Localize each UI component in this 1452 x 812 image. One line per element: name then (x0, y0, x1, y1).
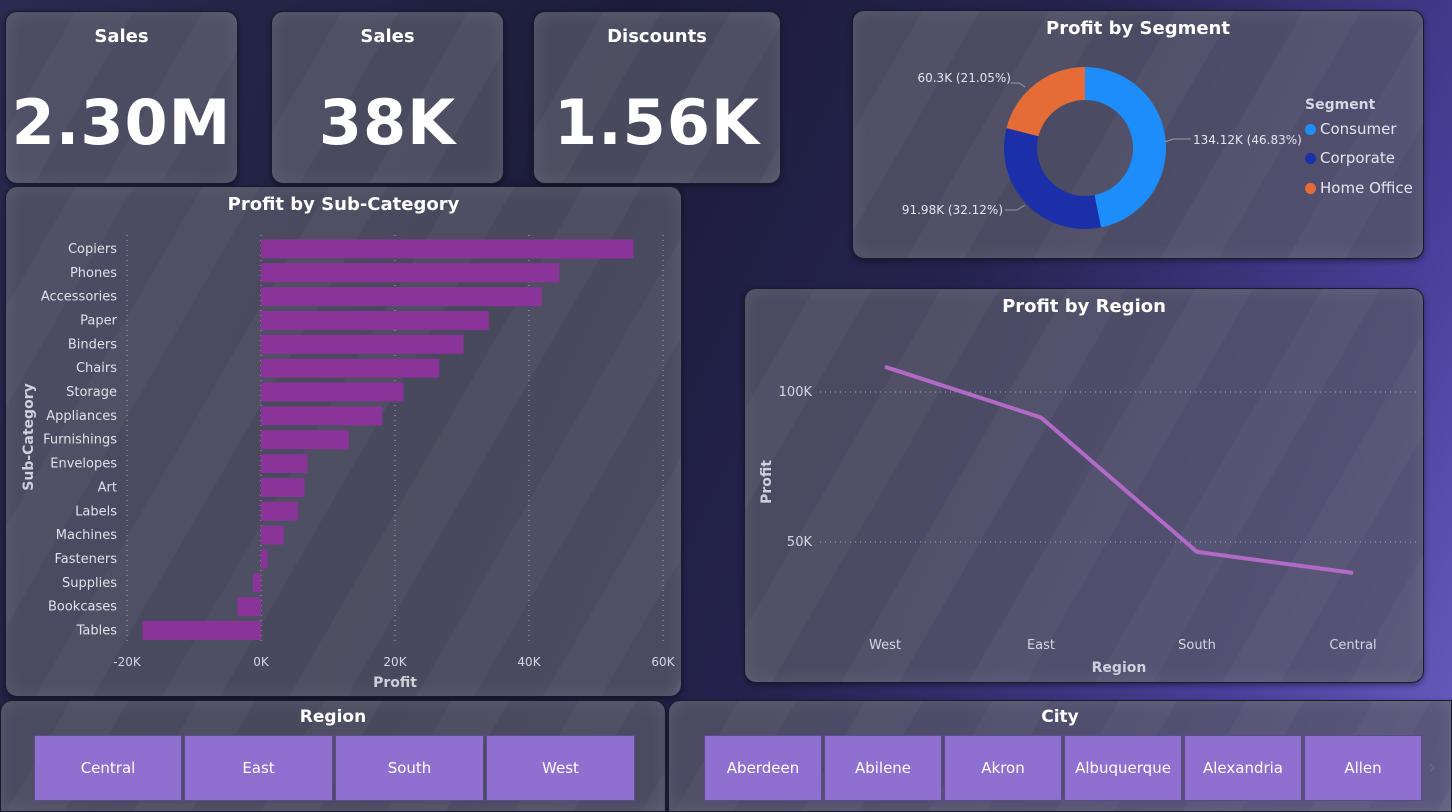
slicer-option-albuquerque[interactable]: Albuquerque (1064, 735, 1182, 801)
category-label: Supplies (62, 576, 117, 591)
kpi-value: 38K (318, 86, 457, 159)
slicer-option-central[interactable]: Central (34, 735, 182, 801)
data-label-home-office: 60.3K (21.05%) (917, 71, 1011, 85)
x-tick-label: 40K (517, 655, 541, 669)
slicer-option-abilene[interactable]: Abilene (824, 735, 942, 801)
bar[interactable] (237, 597, 261, 617)
legend-item-home-office[interactable]: Home Office (1305, 179, 1413, 197)
bar[interactable] (261, 549, 268, 569)
x-tick-label: South (1178, 638, 1216, 653)
bar[interactable] (261, 430, 349, 450)
kpi-title: Sales (94, 26, 149, 47)
bar[interactable] (261, 239, 634, 259)
slicer-option-alexandria[interactable]: Alexandria (1184, 735, 1302, 801)
x-tick-label: 20K (383, 655, 407, 669)
region-line-chart: 100K 50K West East South Central Region Prof… (759, 364, 1417, 676)
bar[interactable] (261, 334, 464, 354)
bar[interactable] (261, 406, 383, 426)
category-label: Storage (66, 385, 117, 400)
segment-chart-panel: Profit by Segment 60.3K (21.05%) 134.12K… (852, 10, 1424, 259)
legend-item-consumer[interactable]: Consumer (1305, 120, 1397, 138)
legend-title: Segment (1305, 97, 1376, 113)
category-label: Bookcases (48, 600, 117, 615)
category-label: Envelopes (50, 457, 117, 472)
x-tick-label: West (869, 638, 901, 653)
category-label: Phones (70, 266, 117, 281)
bar[interactable] (261, 501, 298, 521)
category-label: Copiers (68, 242, 117, 257)
legend-item-corporate[interactable]: Corporate (1305, 149, 1395, 167)
slicer-title: Region (299, 707, 367, 727)
kpi-card-discounts: Discounts 1.56K (533, 11, 781, 184)
category-label: Furnishings (43, 433, 117, 448)
slicer-option-east[interactable]: East (184, 735, 333, 801)
bar[interactable] (261, 477, 305, 497)
y-axis-title: Sub-Category (21, 383, 37, 490)
y-axis-title: Profit (759, 460, 775, 504)
category-label: Appliances (46, 409, 117, 424)
slicer-option-west[interactable]: West (486, 735, 635, 801)
y-tick-label: 100K (779, 385, 813, 400)
data-label-consumer: 134.12K (46.83%) (1193, 133, 1302, 147)
x-axis-title: Profit (373, 675, 417, 691)
region-chart-panel: Profit by Region 100K 50K West East South Ce… (744, 288, 1424, 683)
bar[interactable] (261, 454, 308, 474)
subcategory-chart-panel: Profit by Sub-Category Copiers Phones Acce… (5, 186, 682, 697)
legend-dot-icon (1305, 123, 1316, 135)
category-label: Machines (56, 528, 117, 543)
legend-label: Consumer (1320, 120, 1397, 138)
category-label: Tables (76, 624, 118, 639)
bar[interactable] (252, 573, 261, 593)
slicer-title: City (1041, 707, 1079, 727)
bar[interactable] (261, 525, 284, 545)
category-label: Labels (75, 504, 117, 519)
x-axis-title: Region (1092, 660, 1147, 676)
category-label: Accessories (41, 290, 117, 305)
bar[interactable] (261, 382, 404, 402)
slicer-option-south[interactable]: South (335, 735, 484, 801)
kpi-card-sales-count: Sales 38K (271, 11, 504, 184)
category-label: Paper (80, 313, 117, 328)
bar[interactable] (142, 621, 261, 641)
slicer-option-akron[interactable]: Akron (944, 735, 1062, 801)
region-slicer: Region Central East South West (0, 700, 666, 812)
slicer-option-allen[interactable]: Allen (1304, 735, 1422, 801)
bar[interactable] (261, 358, 440, 378)
kpi-title: Discounts (607, 26, 707, 47)
donut-slice-corporate[interactable] (1004, 128, 1102, 229)
legend-dot-icon (1305, 152, 1316, 164)
bar[interactable] (261, 287, 542, 307)
x-tick-label: Central (1329, 638, 1376, 653)
city-slicer: City Aberdeen Abilene Akron Albuquerque … (668, 700, 1452, 812)
legend-dot-icon (1305, 182, 1316, 194)
x-tick-label: 0K (253, 655, 270, 669)
kpi-value: 1.56K (553, 86, 760, 159)
category-label: Binders (68, 337, 117, 352)
slicer-option-aberdeen[interactable]: Aberdeen (704, 735, 822, 801)
kpi-card-sales: Sales 2.30M (5, 11, 238, 184)
x-tick-label: East (1027, 638, 1055, 653)
subcategory-bar-chart: Copiers Phones Accessories Paper Binders Chai… (21, 235, 676, 691)
bar[interactable] (261, 310, 489, 330)
category-label: Fasteners (55, 552, 118, 567)
donut-slice-consumer[interactable] (1085, 67, 1166, 228)
category-label: Art (98, 480, 117, 495)
legend-label: Corporate (1320, 149, 1395, 167)
data-label-corporate: 91.98K (32.12%) (902, 203, 1003, 217)
bar[interactable] (261, 263, 560, 283)
donut-slice-home-office[interactable] (1006, 67, 1085, 137)
x-tick-label: 60K (651, 655, 675, 669)
kpi-value: 2.30M (11, 86, 232, 159)
scroll-right-icon[interactable]: › (1429, 757, 1436, 778)
category-label: Chairs (76, 361, 117, 376)
kpi-title: Sales (360, 26, 415, 47)
legend-label: Home Office (1320, 179, 1413, 197)
x-tick-label: -20K (113, 655, 142, 669)
y-tick-label: 50K (787, 535, 813, 550)
